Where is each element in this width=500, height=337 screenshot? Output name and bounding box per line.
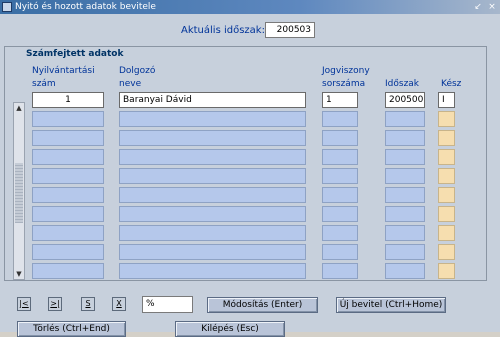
column-header-jogviszony: Jogviszony sorszáma bbox=[322, 65, 370, 91]
cell-kesz[interactable] bbox=[438, 111, 455, 127]
cell-employee[interactable] bbox=[119, 130, 306, 146]
cell-employee[interactable] bbox=[119, 206, 306, 222]
column-header-num: Nyilvántartási szám bbox=[32, 65, 95, 91]
table-row[interactable] bbox=[0, 263, 500, 280]
cell-kesz[interactable]: I bbox=[438, 92, 455, 108]
column-header-jogviszony-line2: sorszáma bbox=[322, 79, 366, 89]
cell-jogviszony[interactable]: 1 bbox=[322, 92, 358, 108]
cell-jogviszony[interactable] bbox=[322, 225, 358, 241]
cell-period[interactable] bbox=[385, 130, 425, 146]
cell-num[interactable] bbox=[32, 130, 104, 146]
exit-button[interactable]: Kilépés (Esc) bbox=[175, 321, 285, 337]
cell-num[interactable] bbox=[32, 187, 104, 203]
search-input[interactable]: % bbox=[142, 296, 193, 313]
cell-employee[interactable] bbox=[119, 263, 306, 279]
s-button[interactable]: S bbox=[81, 297, 95, 311]
cell-period[interactable] bbox=[385, 149, 425, 165]
cell-jogviszony[interactable] bbox=[322, 130, 358, 146]
table-row[interactable] bbox=[0, 130, 500, 147]
cell-employee[interactable] bbox=[119, 149, 306, 165]
new-entry-button[interactable]: Új bevitel (Ctrl+Home) bbox=[336, 297, 446, 313]
app-icon bbox=[2, 2, 12, 12]
last-record-button[interactable]: >| bbox=[48, 297, 62, 311]
table-row[interactable] bbox=[0, 206, 500, 223]
table-row[interactable]: 1 Baranyai Dávid 1 200500 I bbox=[0, 92, 500, 109]
x-button[interactable]: X bbox=[112, 297, 126, 311]
period-input[interactable]: 200503 bbox=[265, 22, 315, 38]
cell-num[interactable] bbox=[32, 263, 104, 279]
column-header-jogviszony-line1: Jogviszony bbox=[322, 66, 370, 76]
cell-period[interactable] bbox=[385, 244, 425, 260]
restore-icon[interactable]: ↙ bbox=[472, 1, 484, 13]
cell-kesz[interactable] bbox=[438, 263, 455, 279]
cell-period[interactable]: 200500 bbox=[385, 92, 425, 108]
column-header-employee-line1: Dolgozó bbox=[119, 66, 156, 76]
table-row[interactable] bbox=[0, 111, 500, 128]
table-row[interactable] bbox=[0, 225, 500, 242]
cell-kesz[interactable] bbox=[438, 168, 455, 184]
title-bar: Nyitó és hozott adatok bevitele ↙ × bbox=[0, 0, 500, 14]
cell-employee[interactable] bbox=[119, 168, 306, 184]
table-row[interactable] bbox=[0, 244, 500, 261]
cell-employee[interactable] bbox=[119, 225, 306, 241]
cell-kesz[interactable] bbox=[438, 206, 455, 222]
form-window: Aktuális időszak: 200503 Számfejtett ada… bbox=[0, 14, 500, 337]
column-header-employee: Dolgozó neve bbox=[119, 65, 155, 91]
table-row[interactable] bbox=[0, 149, 500, 166]
cell-employee[interactable]: Baranyai Dávid bbox=[119, 92, 306, 108]
cell-kesz[interactable] bbox=[438, 149, 455, 165]
cell-jogviszony[interactable] bbox=[322, 206, 358, 222]
column-header-num-line2: szám bbox=[32, 79, 56, 89]
cell-jogviszony[interactable] bbox=[322, 149, 358, 165]
column-header-period: Időszak bbox=[385, 79, 420, 89]
cell-num[interactable] bbox=[32, 206, 104, 222]
cell-period[interactable] bbox=[385, 168, 425, 184]
modify-button[interactable]: Módosítás (Enter) bbox=[207, 297, 318, 313]
cell-num[interactable] bbox=[32, 225, 104, 241]
period-label: Aktuális időszak: bbox=[181, 25, 265, 36]
column-header-num-line1: Nyilvántartási bbox=[32, 66, 95, 76]
cell-employee[interactable] bbox=[119, 111, 306, 127]
cell-kesz[interactable] bbox=[438, 187, 455, 203]
table-row[interactable] bbox=[0, 168, 500, 185]
cell-jogviszony[interactable] bbox=[322, 263, 358, 279]
cell-employee[interactable] bbox=[119, 244, 306, 260]
cell-period[interactable] bbox=[385, 206, 425, 222]
cell-kesz[interactable] bbox=[438, 244, 455, 260]
delete-button[interactable]: Törlés (Ctrl+End) bbox=[17, 321, 126, 337]
cell-jogviszony[interactable] bbox=[322, 168, 358, 184]
cell-period[interactable] bbox=[385, 111, 425, 127]
column-header-employee-line2: neve bbox=[119, 79, 142, 89]
cell-period[interactable] bbox=[385, 225, 425, 241]
cell-jogviszony[interactable] bbox=[322, 187, 358, 203]
cell-num[interactable] bbox=[32, 111, 104, 127]
cell-num[interactable] bbox=[32, 168, 104, 184]
cell-period[interactable] bbox=[385, 263, 425, 279]
cell-jogviszony[interactable] bbox=[322, 111, 358, 127]
cell-period[interactable] bbox=[385, 187, 425, 203]
panel-title: Számfejtett adatok bbox=[26, 49, 124, 59]
table-row[interactable] bbox=[0, 187, 500, 204]
cell-num[interactable] bbox=[32, 244, 104, 260]
cell-employee[interactable] bbox=[119, 187, 306, 203]
cell-kesz[interactable] bbox=[438, 225, 455, 241]
cell-num[interactable]: 1 bbox=[32, 92, 104, 108]
cell-kesz[interactable] bbox=[438, 130, 455, 146]
column-header-kesz: Kész bbox=[441, 79, 462, 89]
cell-num[interactable] bbox=[32, 149, 104, 165]
cell-jogviszony[interactable] bbox=[322, 244, 358, 260]
first-record-button[interactable]: |< bbox=[17, 297, 31, 311]
window-title: Nyitó és hozott adatok bevitele bbox=[15, 2, 156, 12]
close-icon[interactable]: × bbox=[486, 1, 498, 13]
